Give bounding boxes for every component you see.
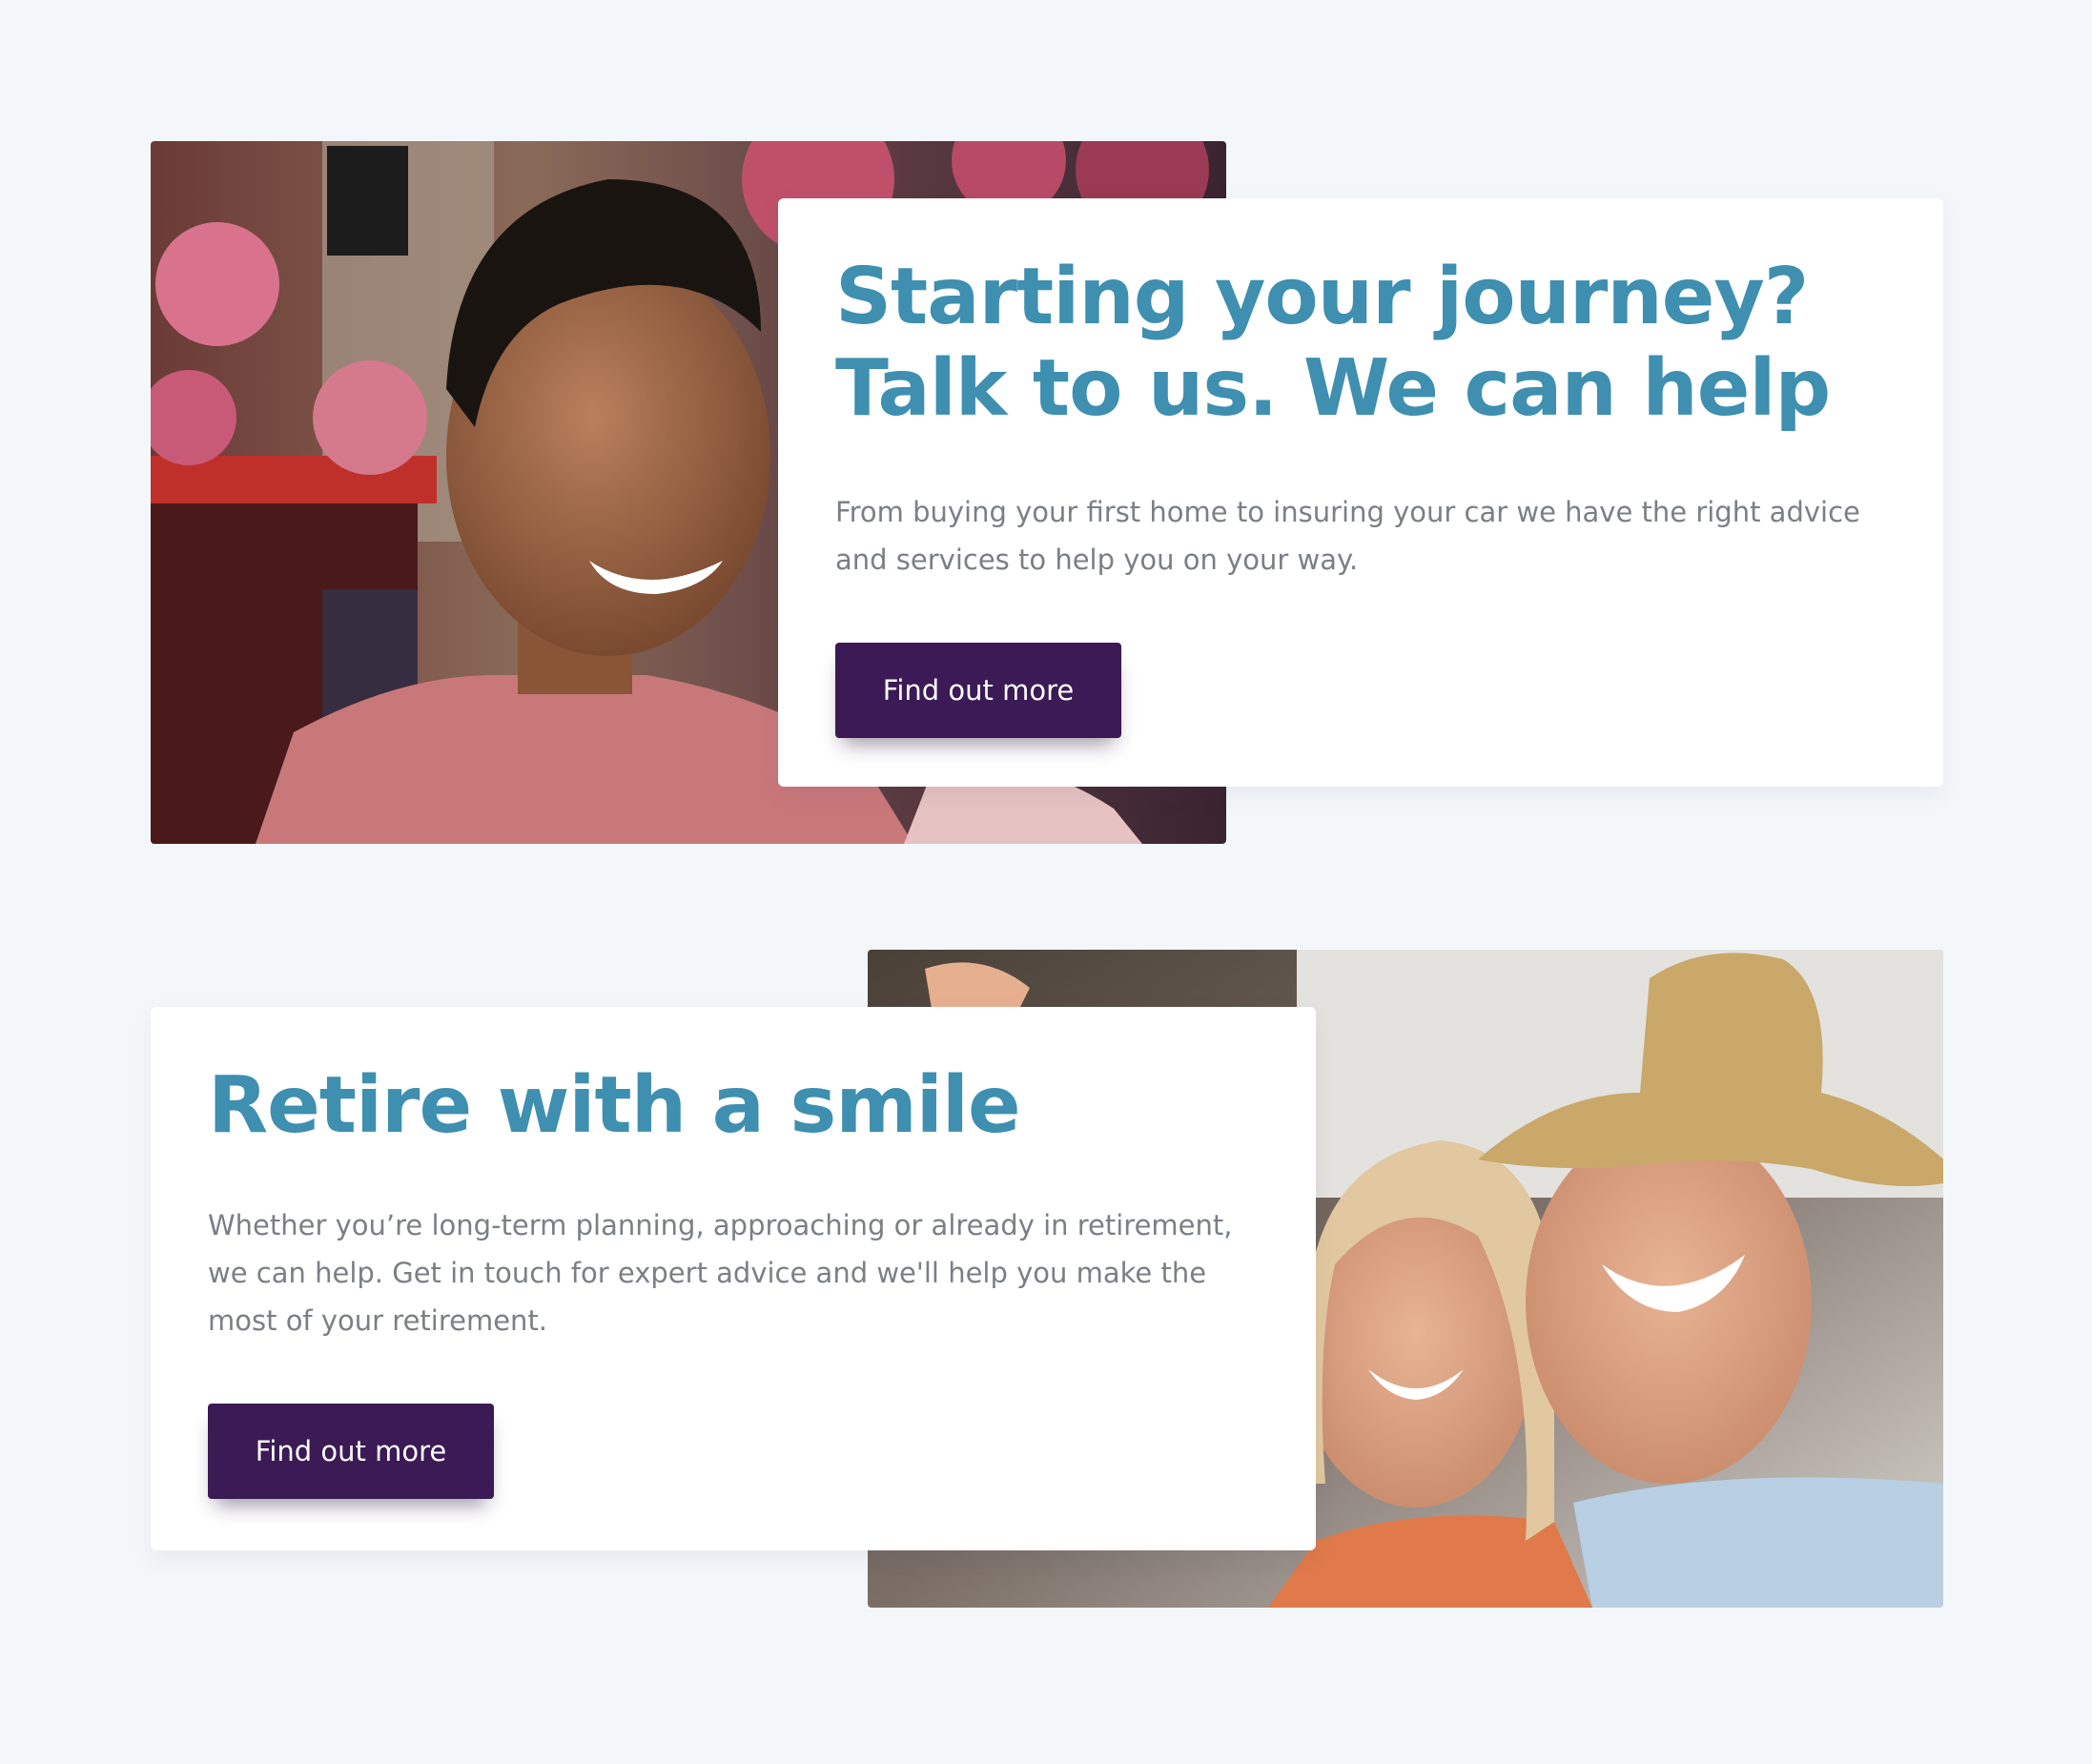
retirement-card: Retire with a smile Whether you’re long-… (151, 1007, 1316, 1550)
journey-card: Starting your journey? Talk to us. We ca… (778, 198, 1943, 787)
journey-description: From buying your first home to insuring … (835, 496, 1860, 576)
retirement-heading: Retire with a smile (208, 1060, 1021, 1151)
journey-heading: Starting your journey? Talk to us. We ca… (835, 252, 1831, 434)
journey-find-out-more-button[interactable]: Find out more (835, 643, 1121, 738)
retirement-find-out-more-button[interactable]: Find out more (208, 1404, 494, 1499)
retirement-description: Whether you’re long-term planning, appro… (208, 1209, 1233, 1337)
